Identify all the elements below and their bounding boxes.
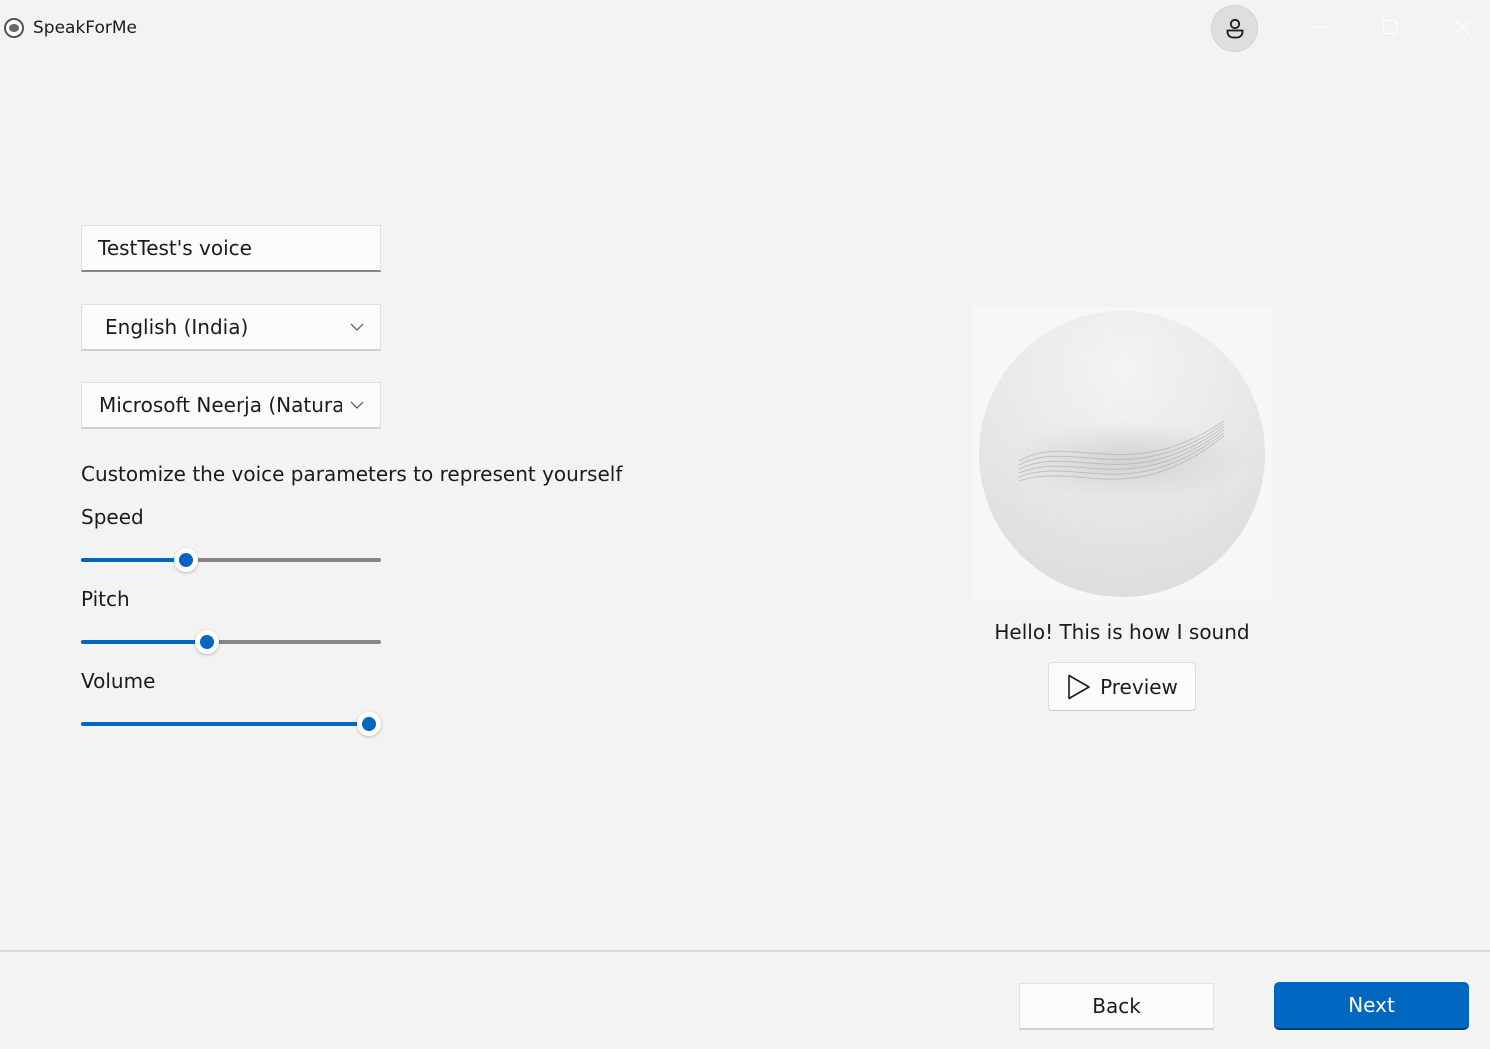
wave-ribbon-graphic	[1009, 420, 1249, 501]
minimize-icon	[1312, 26, 1326, 28]
voice-name-input[interactable]	[98, 236, 358, 260]
volume-slider[interactable]	[81, 712, 381, 736]
close-button[interactable]	[1439, 10, 1485, 44]
language-selected-value: English (India)	[105, 315, 249, 339]
play-icon	[1068, 674, 1090, 699]
slider-fill	[81, 558, 186, 562]
voice-orb-image	[979, 311, 1265, 597]
slider-thumb[interactable]	[357, 712, 381, 736]
chevron-down-icon	[342, 401, 372, 409]
maximize-icon	[1382, 19, 1398, 35]
close-icon	[1454, 19, 1470, 35]
account-button[interactable]	[1211, 5, 1258, 52]
slider-fill	[81, 640, 207, 644]
slider-thumb[interactable]	[174, 548, 198, 572]
pitch-label: Pitch	[81, 587, 130, 611]
person-icon	[1226, 18, 1243, 38]
footer-divider	[0, 950, 1490, 952]
voice-selected-value: Microsoft Neerja (Natural	[99, 393, 342, 417]
preview-button-label: Preview	[1100, 674, 1178, 699]
preview-caption: Hello! This is how I sound	[994, 620, 1250, 644]
maximize-button[interactable]	[1367, 10, 1413, 44]
next-button[interactable]: Next	[1274, 982, 1469, 1030]
voice-dropdown[interactable]: Microsoft Neerja (Natural	[81, 382, 381, 429]
customize-hint: Customize the voice parameters to repres…	[81, 462, 623, 486]
voice-name-field[interactable]	[81, 225, 381, 272]
preview-button[interactable]: Preview	[1048, 662, 1196, 711]
chevron-down-icon	[342, 323, 372, 331]
slider-fill	[81, 722, 369, 726]
language-dropdown[interactable]: English (India)	[81, 304, 381, 351]
speed-slider[interactable]	[81, 548, 381, 572]
slider-thumb[interactable]	[195, 630, 219, 654]
minimize-button[interactable]	[1296, 10, 1342, 44]
app-logo-icon	[4, 18, 24, 38]
volume-label: Volume	[81, 669, 156, 693]
speed-label: Speed	[81, 505, 144, 529]
pitch-slider[interactable]	[81, 630, 381, 654]
back-button[interactable]: Back	[1019, 983, 1214, 1030]
app-title: SpeakForMe	[33, 18, 137, 38]
